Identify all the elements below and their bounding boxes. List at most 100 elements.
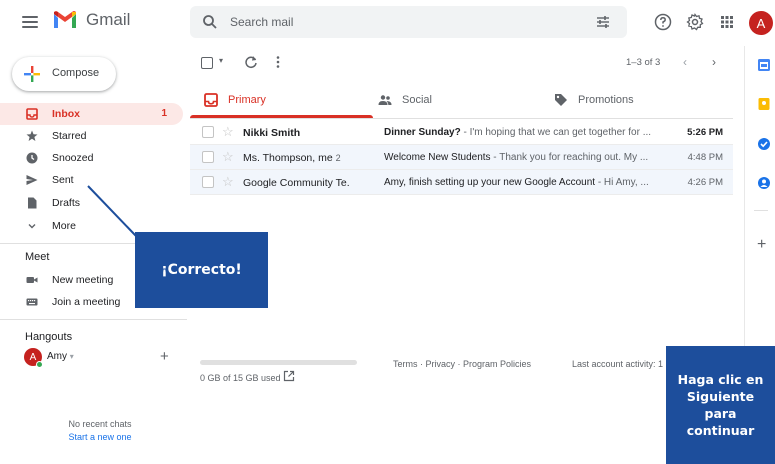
keyboard-icon [26, 298, 38, 306]
help-icon[interactable] [654, 13, 672, 31]
settings-gear-icon[interactable] [686, 13, 704, 31]
sidebar-item-label: Starred [52, 130, 87, 142]
hangouts-user-name[interactable]: Amy ▾ [47, 351, 74, 362]
sidebar-item-label: Drafts [52, 197, 81, 209]
email-snippet: Amy, finish setting up your new Google A… [384, 177, 654, 188]
tasks-icon[interactable] [757, 137, 771, 151]
account-avatar[interactable]: A [749, 11, 773, 35]
add-addon-icon[interactable]: + [757, 236, 766, 254]
email-time: 5:26 PM [687, 127, 723, 138]
inbox-icon [204, 93, 218, 107]
email-row[interactable]: ☆ Nikki Smith Dinner Sunday? - I'm hopin… [190, 120, 733, 145]
email-subject: Amy, finish setting up your new Google A… [384, 177, 596, 188]
tab-promotions[interactable]: Promotions [540, 84, 723, 118]
sidebar-item-label: More [52, 220, 76, 232]
row-checkbox[interactable] [202, 126, 214, 138]
refresh-icon[interactable] [244, 55, 258, 69]
select-dropdown-icon[interactable]: ▾ [219, 56, 223, 65]
search-bar[interactable] [190, 6, 627, 38]
row-checkbox[interactable] [202, 176, 214, 188]
main-menu-icon[interactable] [22, 16, 38, 28]
storage-usage-text: 0 GB of 15 GB used [200, 373, 281, 383]
email-sender: Google Community Te. [243, 177, 383, 189]
tag-icon [555, 94, 567, 106]
more-options-icon[interactable] [273, 55, 283, 69]
video-icon [26, 277, 38, 283]
email-time: 4:48 PM [687, 152, 723, 163]
email-preview: - Hi Amy, ... [595, 177, 649, 188]
sidebar-item-starred[interactable]: Starred [0, 125, 183, 147]
thread-count: 2 [335, 153, 341, 163]
next-step-prompt[interactable]: Haga clic en Siguiente para continuar [666, 346, 775, 464]
compose-button[interactable]: Compose [12, 57, 116, 91]
search-options-icon[interactable] [595, 14, 611, 30]
send-icon [26, 175, 38, 185]
sender-name: Nikki Smith [243, 127, 301, 139]
clock-icon [26, 152, 38, 164]
sidebar-item-sent[interactable]: Sent [0, 169, 183, 191]
sidebar-item-drafts[interactable]: Drafts [0, 192, 183, 214]
storage-usage-bar [200, 360, 357, 365]
keep-icon[interactable] [757, 97, 771, 111]
email-snippet: Welcome New Students - Thank you for rea… [384, 152, 654, 163]
email-subject: Welcome New Students [384, 152, 491, 163]
sidebar-item-label: Snoozed [52, 152, 94, 164]
search-icon[interactable] [202, 14, 218, 30]
previous-page-icon[interactable]: ‹ [683, 55, 687, 69]
draft-icon [28, 197, 37, 209]
tab-primary[interactable]: Primary [190, 84, 373, 118]
gmail-m-icon [54, 11, 76, 28]
inbox-icon [26, 108, 38, 120]
footer-policy-links[interactable]: Terms · Privacy · Program Policies [393, 359, 531, 369]
add-chat-icon[interactable]: + [160, 348, 169, 365]
sidebar-item-snoozed[interactable]: Snoozed [0, 147, 183, 169]
select-all-checkbox[interactable] [201, 57, 213, 69]
top-header: Gmail A [0, 0, 775, 46]
email-time: 4:26 PM [687, 177, 723, 188]
start-new-chat-link[interactable]: Start a new one [0, 432, 200, 442]
tab-label: Social [402, 94, 432, 106]
chevron-down-icon [28, 224, 36, 229]
sidebar-item-inbox[interactable]: Inbox 1 [0, 103, 183, 125]
tab-social[interactable]: Social [364, 84, 547, 118]
people-icon [378, 95, 392, 105]
apps-grid-icon[interactable] [718, 13, 736, 31]
contacts-icon[interactable] [757, 176, 771, 190]
sender-name: Google Community Te. [243, 177, 350, 189]
star-toggle-icon[interactable]: ☆ [222, 174, 234, 190]
compose-plus-icon [24, 66, 40, 82]
email-sender: Nikki Smith [243, 127, 383, 139]
no-chats-text: No recent chats [68, 419, 132, 429]
side-panel-divider [754, 210, 768, 211]
star-toggle-icon[interactable]: ☆ [222, 124, 234, 140]
sidebar-divider [0, 319, 187, 320]
meet-section-title: Meet [25, 251, 50, 263]
tutorial-callout: ¡Correcto! [135, 232, 268, 308]
tabs-divider [190, 118, 733, 119]
email-preview: - I'm hoping that we can get together fo… [460, 127, 652, 138]
app-name: Gmail [86, 10, 131, 29]
pagination-text: 1–3 of 3 [626, 57, 661, 68]
star-icon [26, 130, 38, 141]
unread-count-badge: 1 [161, 108, 167, 119]
email-snippet: Dinner Sunday? - I'm hoping that we can … [384, 127, 654, 138]
sender-name: Ms. Thompson, me [243, 152, 333, 164]
open-external-icon[interactable] [283, 370, 295, 382]
next-page-icon[interactable]: › [712, 55, 716, 69]
email-row[interactable]: ☆ Google Community Te. Amy, finish setti… [190, 170, 733, 195]
row-checkbox[interactable] [202, 151, 214, 163]
online-status-dot [36, 361, 43, 368]
gmail-logo[interactable]: Gmail [52, 10, 130, 30]
search-input[interactable] [230, 12, 570, 32]
last-account-activity: Last account activity: 1 [572, 359, 664, 369]
email-subject: Dinner Sunday? [384, 127, 461, 138]
hangouts-user-label: Amy [47, 351, 67, 362]
calendar-icon[interactable] [757, 58, 771, 72]
star-toggle-icon[interactable]: ☆ [222, 149, 234, 165]
email-sender: Ms. Thompson, me 2 [243, 152, 383, 164]
tab-label: Primary [228, 94, 266, 106]
sidebar-item-label: Sent [52, 174, 74, 186]
compose-label: Compose [52, 67, 100, 79]
email-row[interactable]: ☆ Ms. Thompson, me 2 Welcome New Student… [190, 145, 733, 170]
email-preview: - Thank you for reaching out. My ... [490, 152, 649, 163]
